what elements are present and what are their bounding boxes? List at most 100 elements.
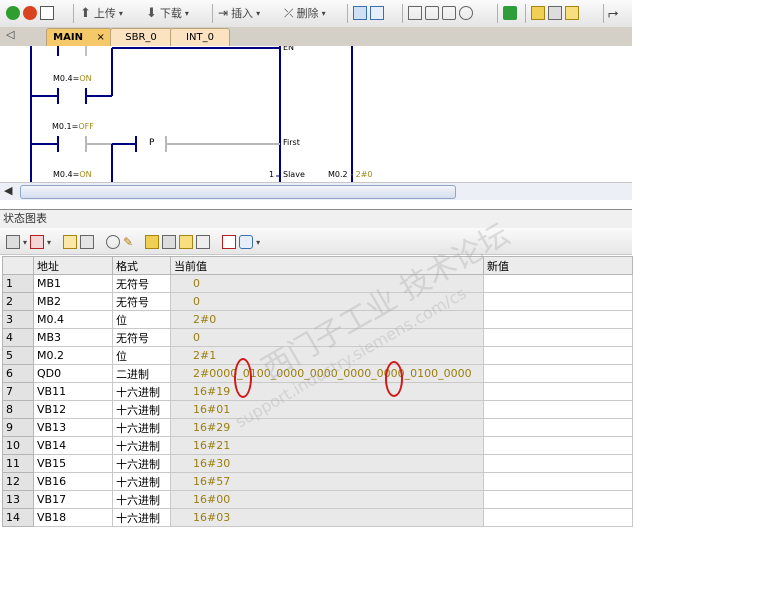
program-status-icon[interactable] — [40, 6, 54, 20]
current-value-cell[interactable]: 2#0000_0100_0000_0000_0000_0000_0100_000… — [170, 364, 484, 383]
current-value-cell[interactable]: 16#21 — [170, 436, 484, 455]
download-button[interactable]: ⬇ 下载 ▾ — [146, 4, 189, 22]
address-header[interactable]: 地址 — [33, 256, 113, 275]
tab-scroll-left-icon[interactable]: ◁ — [6, 28, 14, 41]
format-cell[interactable]: 十六进制 — [112, 472, 171, 491]
format-cell[interactable]: 十六进制 — [112, 418, 171, 437]
new-value-cell[interactable] — [483, 436, 633, 455]
read-all-icon[interactable] — [196, 235, 211, 249]
current-value-cell[interactable]: 16#30 — [170, 454, 484, 473]
address-cell[interactable]: VB18 — [33, 508, 113, 527]
new-value-cell[interactable] — [483, 418, 633, 437]
forward-icon[interactable] — [442, 6, 456, 20]
chevron-down-icon[interactable]: ▾ — [23, 238, 27, 247]
table-row[interactable]: 9 VB13 十六进制 16#29 — [2, 418, 633, 437]
new-value-cell[interactable] — [483, 274, 633, 293]
address-cell[interactable]: MB2 — [33, 292, 113, 311]
format-cell[interactable]: 二进制 — [112, 364, 171, 383]
unlock-icon[interactable] — [162, 235, 177, 249]
current-value-cell[interactable]: 0 — [170, 328, 484, 347]
current-value-header[interactable]: 当前值 — [170, 256, 484, 275]
delete-button[interactable]: ⤫ 删除 ▾ — [284, 4, 326, 22]
table-row[interactable]: 14 VB18 十六进制 16#03 — [2, 508, 633, 527]
scroll-left-icon[interactable]: ◀ — [4, 184, 12, 197]
current-value-cell[interactable]: 16#01 — [170, 400, 484, 419]
compare-icon[interactable] — [370, 6, 384, 20]
table-row[interactable]: 13 VB17 十六进制 16#00 — [2, 490, 633, 509]
format-cell[interactable]: 十六进制 — [112, 508, 171, 527]
format-cell[interactable]: 无符号 — [112, 274, 171, 293]
current-value-cell[interactable]: 16#03 — [170, 508, 484, 527]
delete-chart-icon[interactable] — [30, 235, 45, 249]
stop-icon[interactable] — [23, 6, 37, 20]
table-row[interactable]: 8 VB12 十六进制 16#01 — [2, 400, 633, 419]
new-value-cell[interactable] — [483, 508, 633, 527]
current-value-cell[interactable]: 0 — [170, 292, 484, 311]
current-value-cell[interactable]: 2#0 — [170, 310, 484, 329]
format-cell[interactable]: 位 — [112, 310, 171, 329]
close-icon[interactable]: × — [96, 32, 104, 43]
address-cell[interactable]: VB11 — [33, 382, 113, 401]
new-value-cell[interactable] — [483, 292, 633, 311]
current-value-cell[interactable]: 2#1 — [170, 346, 484, 365]
address-cell[interactable]: VB12 — [33, 400, 113, 419]
tab-main[interactable]: MAIN × — [46, 28, 112, 46]
table-row[interactable]: 6 QD0 二进制 2#0000_0100_0000_0000_0000_0000_0… — [2, 364, 633, 383]
current-value-cell[interactable]: 16#00 — [170, 490, 484, 509]
reset-icon[interactable] — [459, 6, 473, 20]
address-cell[interactable]: M0.2 — [33, 346, 113, 365]
address-cell[interactable]: MB3 — [33, 328, 113, 347]
address-cell[interactable]: MB1 — [33, 274, 113, 293]
new-value-cell[interactable] — [483, 346, 633, 365]
tab-int0[interactable]: INT_0 — [170, 28, 230, 46]
format-cell[interactable]: 十六进制 — [112, 382, 171, 401]
pause-icon[interactable] — [80, 235, 95, 249]
goto-icon[interactable] — [503, 6, 517, 20]
format-cell[interactable]: 十六进制 — [112, 400, 171, 419]
format-cell[interactable]: 无符号 — [112, 328, 171, 347]
chart-status-icon[interactable] — [63, 235, 78, 249]
box-icon[interactable] — [408, 6, 422, 20]
new-value-cell[interactable] — [483, 328, 633, 347]
table-row[interactable]: 12 VB16 十六进制 16#57 — [2, 472, 633, 491]
table-row[interactable]: 3 M0.4 位 2#0 — [2, 310, 633, 329]
format-cell[interactable]: 无符号 — [112, 292, 171, 311]
pencil-icon[interactable]: ✎ — [123, 235, 133, 249]
address-cell[interactable]: M0.4 — [33, 310, 113, 329]
trend-view-icon[interactable] — [222, 235, 237, 249]
address-cell[interactable]: VB14 — [33, 436, 113, 455]
scroll-thumb[interactable] — [20, 185, 456, 199]
current-value-cell[interactable]: 16#57 — [170, 472, 484, 491]
new-value-header[interactable]: 新值 — [483, 256, 633, 275]
table-row[interactable]: 11 VB15 十六进制 16#30 — [2, 454, 633, 473]
lock-icon[interactable] — [145, 235, 160, 249]
new-value-cell[interactable] — [483, 382, 633, 401]
table-row[interactable]: 1 MB1 无符号 0 — [2, 274, 633, 293]
address-cell[interactable]: VB13 — [33, 418, 113, 437]
address-cell[interactable]: QD0 — [33, 364, 113, 383]
ladder-editor[interactable]: EN M0.4=ON M0.1=OFF P First M0.4=ON 1 Sl… — [0, 46, 632, 182]
new-value-cell[interactable] — [483, 364, 633, 383]
new-value-cell[interactable] — [483, 454, 633, 473]
unlock-icon[interactable] — [548, 6, 562, 20]
format-cell[interactable]: 位 — [112, 346, 171, 365]
address-cell[interactable]: VB17 — [33, 490, 113, 509]
chevron-down-icon[interactable]: ▾ — [256, 238, 260, 247]
format-cell[interactable]: 十六进制 — [112, 454, 171, 473]
current-value-cell[interactable]: 0 — [170, 274, 484, 293]
table-row[interactable]: 2 MB2 无符号 0 — [2, 292, 633, 311]
format-header[interactable]: 格式 — [112, 256, 171, 275]
insert-button[interactable]: ⇥ 插入 ▾ — [218, 4, 260, 22]
back-icon[interactable] — [425, 6, 439, 20]
chevron-down-icon[interactable]: ▾ — [47, 238, 51, 247]
format-cell[interactable]: 十六进制 — [112, 436, 171, 455]
run-icon[interactable] — [6, 6, 20, 20]
add-chart-icon[interactable] — [6, 235, 20, 249]
new-value-cell[interactable] — [483, 490, 633, 509]
table-row[interactable]: 7 VB11 十六进制 16#19 — [2, 382, 633, 401]
new-value-cell[interactable] — [483, 310, 633, 329]
ladder-horizontal-scrollbar[interactable]: ◀ — [0, 182, 632, 200]
table-row[interactable]: 5 M0.2 位 2#1 — [2, 346, 633, 365]
address-cell[interactable]: VB15 — [33, 454, 113, 473]
current-value-cell[interactable]: 16#29 — [170, 418, 484, 437]
